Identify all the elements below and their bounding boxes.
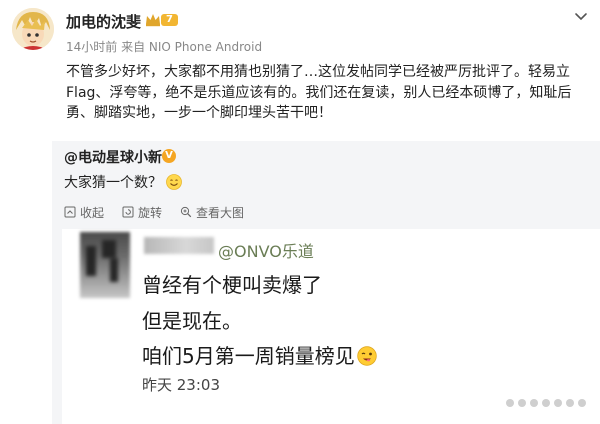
post-header: 加电的沈斐 7 14小时前 来自 NIO Phone Android bbox=[0, 0, 600, 60]
rotate-icon bbox=[122, 206, 134, 218]
chevron-down-icon[interactable] bbox=[574, 7, 588, 21]
zoom-in-icon bbox=[180, 206, 192, 218]
collapse-button[interactable]: 收起 bbox=[64, 204, 104, 221]
retweet-text-content: 大家猜一个数？ bbox=[64, 175, 162, 191]
retweet-text: 大家猜一个数？ bbox=[64, 172, 182, 192]
image-actions: 收起 旋转 查看大图 bbox=[64, 204, 262, 220]
post-text-line: 勇、脚踏实地，一步一个脚印埋头苦干吧！ bbox=[66, 105, 332, 122]
screenshot-message-line: 但是现在。 bbox=[142, 309, 242, 333]
crown-badge-icon[interactable]: 7 bbox=[145, 12, 179, 28]
blurred-username bbox=[144, 237, 214, 254]
retweet-card[interactable]: @电动星球小新 V 大家猜一个数？ 收起 旋转 查看大图 @ONVO乐道 曾经有… bbox=[52, 141, 600, 424]
screenshot-message-text: 咱们5月第一周销量榜见 bbox=[142, 344, 355, 368]
rotate-label: 旋转 bbox=[138, 205, 163, 220]
wink-emoji-icon bbox=[357, 346, 377, 366]
post-text-line: Flag、浮夸等，绝不是乐道应该有的。我们还在复读，别人已经本硕博了，知耻后 bbox=[66, 84, 572, 101]
more-icon bbox=[506, 392, 600, 407]
retweet-author[interactable]: @电动星球小新 bbox=[64, 147, 162, 167]
collapse-label: 收起 bbox=[80, 205, 105, 220]
collapse-icon bbox=[64, 206, 76, 218]
post-meta: 14小时前 来自 NIO Phone Android bbox=[66, 40, 263, 54]
post-text: 不管多少好坏，大家都不用猜也别猜了…这位发帖同学已经被严厉批评了。轻易立 Fla… bbox=[66, 62, 584, 124]
avatar[interactable] bbox=[12, 8, 54, 50]
smile-emoji-icon bbox=[166, 174, 182, 190]
screenshot-message-line: 曾经有个梗叫卖爆了 bbox=[142, 273, 322, 297]
post-text-line: 不管多少好坏，大家都不用猜也别猜了…这位发帖同学已经被严厉批评了。轻易立 bbox=[66, 64, 570, 80]
screenshot-timestamp: 昨天 23:03 bbox=[142, 376, 220, 394]
badge-level: 7 bbox=[166, 14, 173, 25]
blurred-avatar bbox=[80, 232, 130, 298]
view-large-label: 查看大图 bbox=[196, 205, 245, 220]
rotate-button[interactable]: 旋转 bbox=[122, 204, 162, 221]
user-name[interactable]: 加电的沈斐 bbox=[66, 11, 141, 32]
view-large-button[interactable]: 查看大图 bbox=[180, 204, 244, 221]
attached-screenshot[interactable]: @ONVO乐道 曾经有个梗叫卖爆了 但是现在。 咱们5月第一周销量榜见 昨天 2… bbox=[62, 229, 600, 424]
screenshot-message-line: 咱们5月第一周销量榜见 bbox=[142, 340, 377, 369]
verified-badge-icon: V bbox=[162, 149, 176, 163]
screenshot-handle: @ONVO乐道 bbox=[218, 242, 314, 261]
